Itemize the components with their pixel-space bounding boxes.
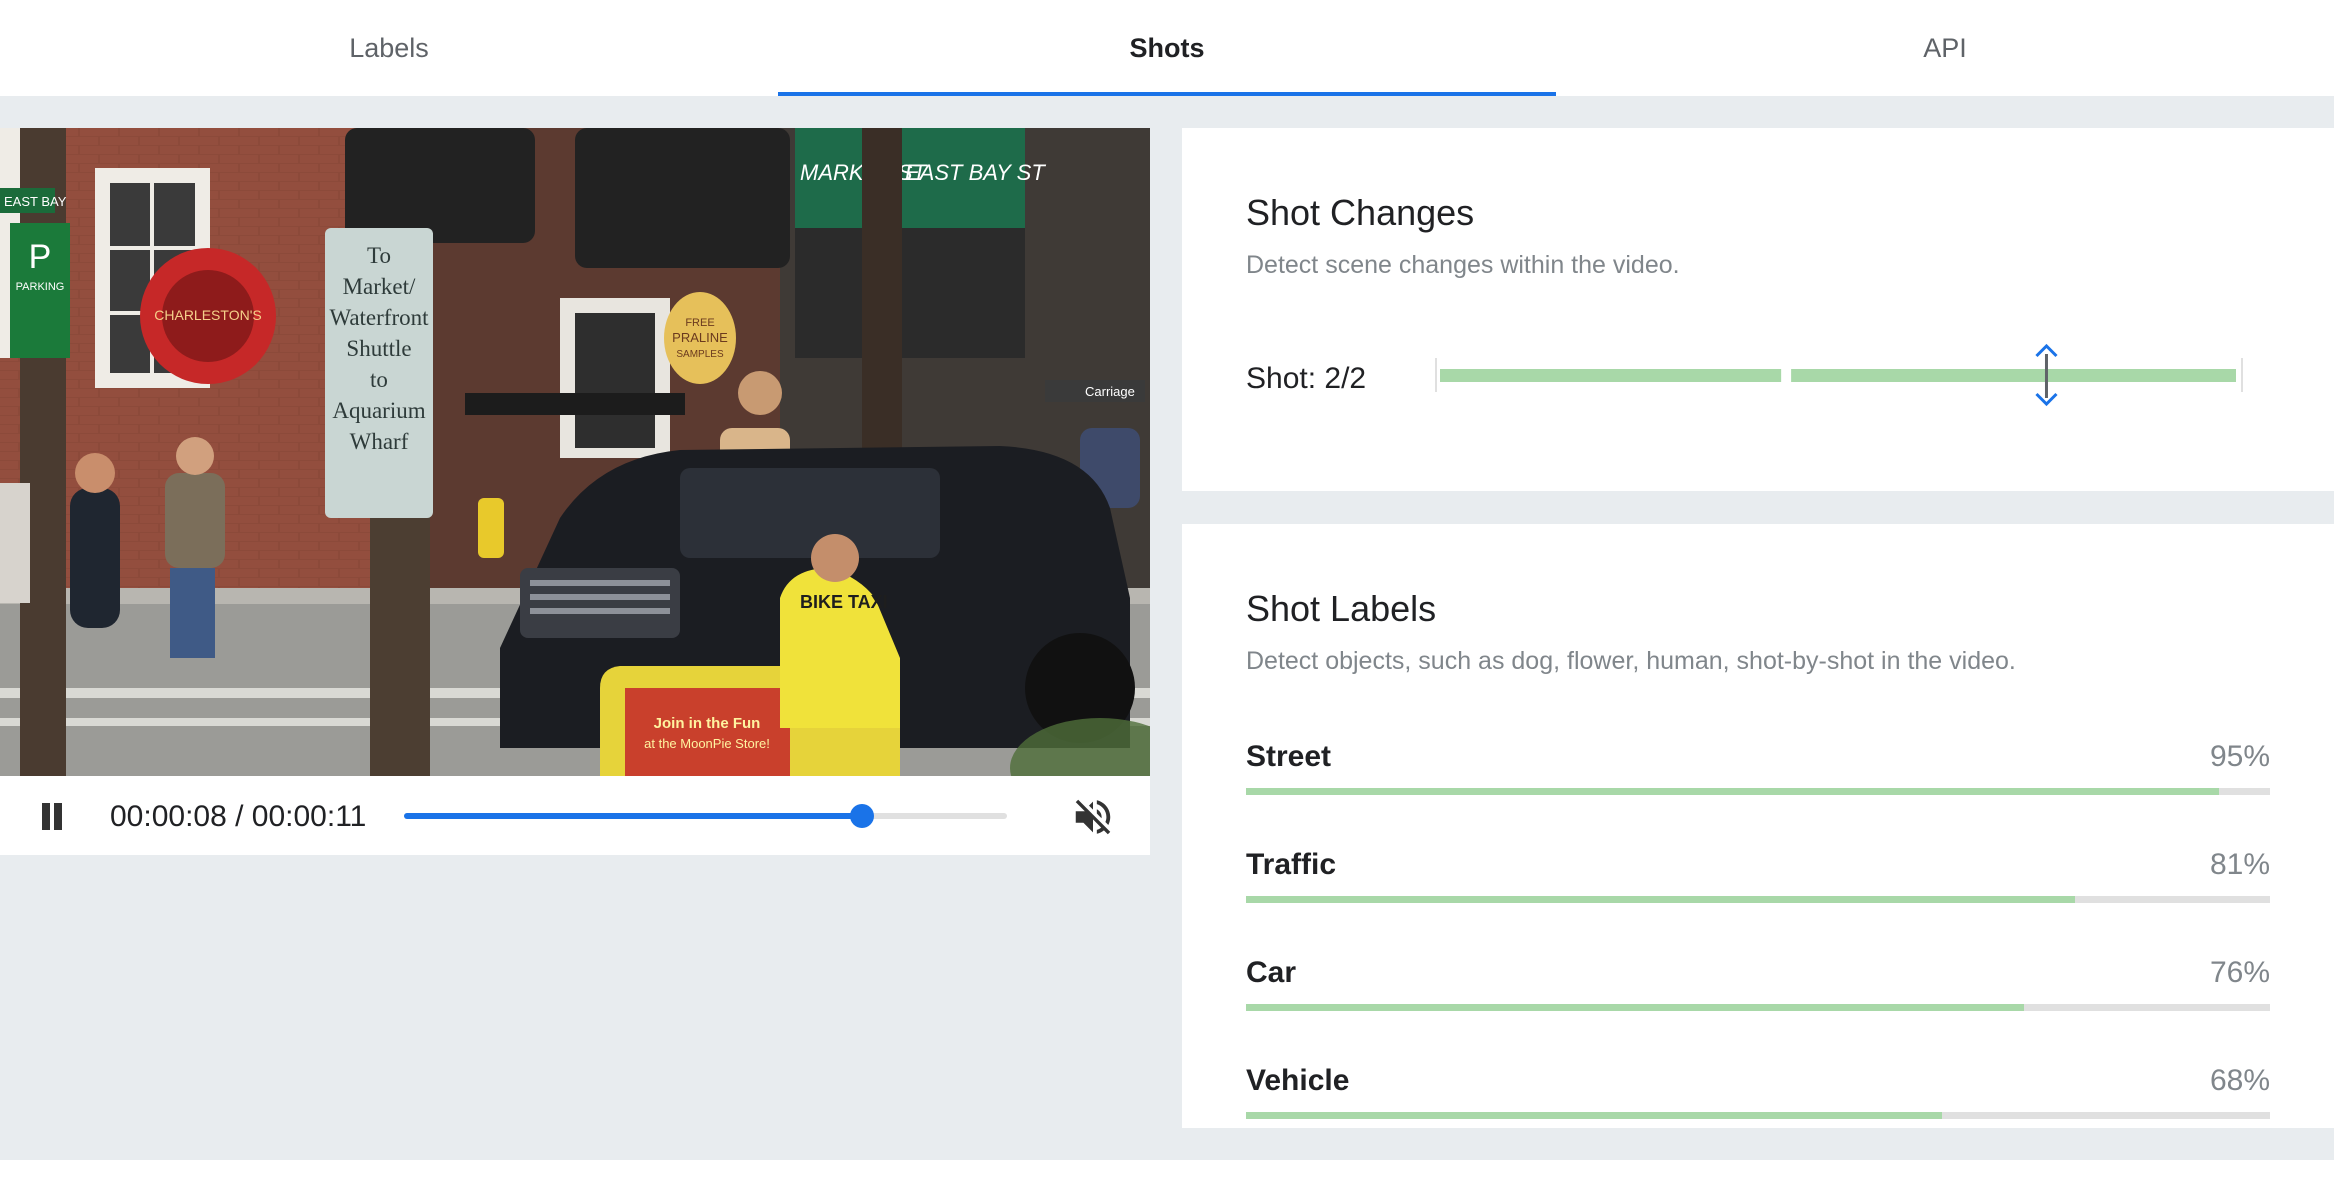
- label-name: Street: [1246, 740, 1332, 773]
- bus-sign-line-4: Shuttle: [346, 336, 411, 361]
- label-name: Car: [1246, 956, 1297, 989]
- praline-sign-line-3: SAMPLES: [676, 349, 724, 360]
- shot-timeline[interactable]: [1434, 342, 2244, 408]
- tab-api[interactable]: API: [1556, 0, 2334, 96]
- bus-sign-line-6: Aquarium: [332, 398, 425, 423]
- label-name: Traffic: [1246, 848, 1337, 881]
- label-name: Vehicle: [1246, 1064, 1350, 1097]
- page-footer-strip: [0, 1160, 2352, 1178]
- bus-sign-line-5: to: [370, 367, 388, 392]
- list-item[interactable]: Car 76%: [1246, 956, 2270, 1020]
- pause-icon: [42, 803, 50, 830]
- label-percent: 81%: [2209, 848, 2270, 881]
- shot-segment-2: [1791, 369, 2236, 382]
- taxi-ad-line-2: at the MoonPie Store!: [644, 736, 770, 751]
- praline-sign-line-2: PRALINE: [672, 330, 728, 345]
- shot-labels-title: Shot Labels: [1246, 588, 1437, 629]
- street-sign-left: EAST BAY: [4, 194, 67, 209]
- awning-text-eastbay: EAST BAY ST: [905, 160, 1046, 185]
- bus-sign-line-3: Waterfront: [329, 305, 429, 330]
- mute-button[interactable]: [1070, 794, 1116, 840]
- seek-thumb[interactable]: [850, 804, 875, 828]
- shot-changes-subtitle: Detect scene changes within the video.: [1246, 251, 1680, 279]
- label-percent: 95%: [2209, 740, 2270, 773]
- bus-sign-line-2: Market/: [343, 274, 416, 299]
- parking-sign-text: PARKING: [16, 281, 65, 293]
- player-controls: 00:00:08 / 00:00:11: [0, 776, 1150, 855]
- taxi-shirt-text: BIKE TAXI: [800, 592, 888, 612]
- list-item[interactable]: Street 95%: [1246, 740, 2270, 804]
- shot-changes-card: Shot Changes Detect scene changes within…: [1182, 128, 2334, 491]
- shot-labels-subtitle: Detect objects, such as dog, flower, hum…: [1246, 647, 2016, 675]
- shot-changes-title: Shot Changes: [1246, 192, 1475, 233]
- list-item[interactable]: Vehicle 68%: [1246, 1064, 2270, 1128]
- confidence-bar-fill: [1246, 788, 2219, 795]
- pause-button[interactable]: [38, 801, 68, 831]
- label-percent: 68%: [2209, 1064, 2270, 1097]
- shot-timeline-graphic: [1435, 343, 2243, 407]
- video-player[interactable]: CHARLESTON'S MARKET ST EAST BAY ST P PAR…: [0, 128, 1150, 776]
- shot-labels-card: Shot Labels Detect objects, such as dog,…: [1182, 524, 2334, 1128]
- bus-sign-line-1: To: [367, 243, 391, 268]
- seek-bar[interactable]: [404, 804, 1007, 828]
- pause-icon-bar: [54, 803, 62, 830]
- tab-bar: Labels Shots API: [0, 0, 2334, 96]
- carriage-sign: Carriage: [1085, 384, 1135, 399]
- volume-off-icon: [1075, 799, 1111, 835]
- confidence-bar: [1246, 1004, 2270, 1011]
- store-sign-text: CHARLESTON'S: [154, 307, 261, 323]
- confidence-bar-fill: [1246, 1004, 2025, 1011]
- tab-shots[interactable]: Shots: [778, 0, 1556, 96]
- bus-sign-line-7: Wharf: [350, 429, 409, 454]
- praline-sign-line-1: FREE: [685, 317, 714, 329]
- seek-progress: [404, 813, 863, 819]
- confidence-bar: [1246, 896, 2270, 903]
- page-gutter: [2334, 0, 2352, 1178]
- shot-counter: Shot: 2/2: [1246, 362, 1367, 395]
- list-item[interactable]: Traffic 81%: [1246, 848, 2270, 912]
- tab-labels[interactable]: Labels: [0, 0, 778, 96]
- label-percent: 76%: [2209, 956, 2270, 989]
- taxi-ad-line-1: Join in the Fun: [654, 715, 761, 732]
- time-display: 00:00:08 / 00:00:11: [110, 800, 367, 833]
- video-frame: CHARLESTON'S MARKET ST EAST BAY ST P PAR…: [0, 128, 1150, 776]
- confidence-bar-fill: [1246, 1112, 1943, 1119]
- confidence-bar-fill: [1246, 896, 2076, 903]
- confidence-bar: [1246, 788, 2270, 795]
- confidence-bar: [1246, 1112, 2270, 1119]
- parking-sign-p: P: [29, 238, 52, 276]
- shot-segment-1: [1440, 369, 1782, 382]
